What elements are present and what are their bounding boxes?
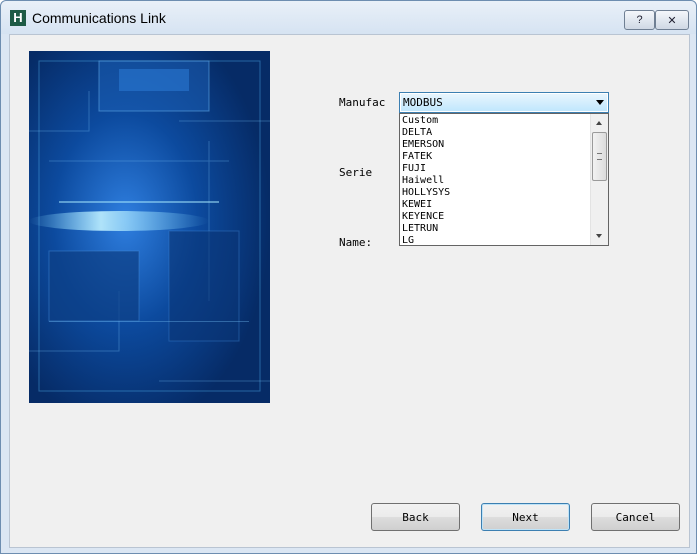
dropdown-option[interactable]: LETRUN <box>402 223 592 235</box>
dropdown-option[interactable]: KEWEI <box>402 199 592 211</box>
next-button[interactable]: Next <box>481 503 570 531</box>
dialog-content: Manufac Serie Name: MODBUS Custom DELTA EM… <box>9 34 690 548</box>
scroll-up-arrow-icon[interactable] <box>591 114 608 131</box>
dropdown-option[interactable]: Haiwell <box>402 175 592 187</box>
scroll-down-arrow-icon[interactable] <box>591 228 608 245</box>
dropdown-option[interactable]: DELTA <box>402 127 592 139</box>
dropdown-option[interactable]: EMERSON <box>402 139 592 151</box>
app-logo-icon: H <box>10 10 26 26</box>
dropdown-option[interactable]: FUJI <box>402 163 592 175</box>
dropdown-option[interactable]: Custom <box>402 115 592 127</box>
dropdown-option[interactable]: HOLLYSYS <box>402 187 592 199</box>
close-icon: ✕ <box>667 14 677 27</box>
scrollbar-thumb[interactable] <box>592 132 607 181</box>
wizard-banner-image <box>29 51 270 403</box>
dropdown-options: Custom DELTA EMERSON FATEK FUJI Haiwell HOLLYS… <box>402 115 592 247</box>
manufacturer-combobox[interactable]: MODBUS <box>399 92 609 113</box>
dialog-window: H Communications Link ? ✕ Manufac Serie … <box>0 0 697 554</box>
grip-icon <box>597 153 602 160</box>
name-label: Name: <box>339 236 373 249</box>
title-bar[interactable]: H Communications Link ? ✕ <box>1 1 696 34</box>
help-button[interactable]: ? <box>624 10 655 30</box>
dropdown-scrollbar[interactable] <box>590 114 608 245</box>
series-label: Serie <box>339 166 373 179</box>
back-button[interactable]: Back <box>371 503 460 531</box>
cancel-button[interactable]: Cancel <box>591 503 680 531</box>
close-button[interactable]: ✕ <box>655 10 689 30</box>
dropdown-option[interactable]: LG <box>402 235 592 247</box>
dropdown-option[interactable]: FATEK <box>402 151 592 163</box>
manufacturer-dropdown-list[interactable]: Custom DELTA EMERSON FATEK FUJI Haiwell HOLLYS… <box>399 113 609 246</box>
dropdown-option[interactable]: KEYENCE <box>402 211 592 223</box>
question-mark-icon: ? <box>636 14 643 26</box>
window-title: Communications Link <box>32 10 166 26</box>
chevron-down-icon[interactable] <box>596 100 604 105</box>
manufacturer-label: Manufac <box>339 96 386 109</box>
manufacturer-selected-value: MODBUS <box>403 96 443 109</box>
